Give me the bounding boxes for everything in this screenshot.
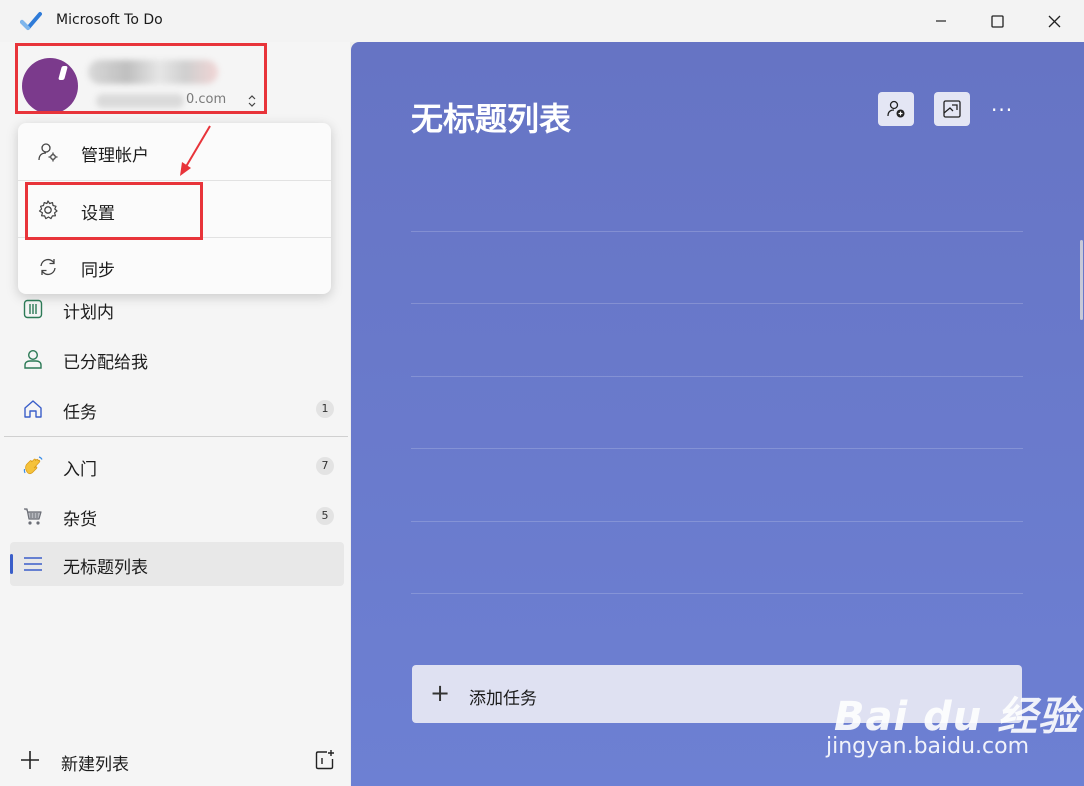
sidebar-item-assigned[interactable]: 已分配给我: [10, 337, 344, 381]
sidebar-item-label: 计划内: [63, 303, 114, 323]
list-title[interactable]: 无标题列表: [411, 94, 571, 140]
sidebar-item-label: 任务: [63, 403, 97, 423]
app-logo-icon: [20, 12, 42, 30]
sidebar-item-label: 无标题列表: [63, 558, 148, 578]
calendar-icon: [23, 299, 43, 319]
maximize-icon: [990, 14, 1004, 28]
home-icon: [24, 400, 42, 418]
menu-item-manage-account[interactable]: 管理帐户: [18, 123, 331, 180]
sidebar-item-label: 已分配给我: [63, 353, 148, 373]
sidebar-item-untitled-list[interactable]: 无标题列表: [10, 542, 344, 586]
sidebar-item-planned[interactable]: 计划内: [10, 287, 344, 331]
manage-account-icon: [38, 143, 58, 162]
new-list-button[interactable]: 新建列表: [16, 740, 296, 780]
sidebar-item-label: 入门: [63, 460, 97, 480]
account-email: 0.com: [186, 92, 227, 107]
scrollbar[interactable]: [1080, 240, 1083, 320]
list-count-badge: 7: [316, 457, 334, 475]
task-row-divider: [411, 376, 1023, 377]
blurred-account-name: [88, 60, 218, 84]
plus-icon: +: [430, 679, 451, 707]
app-title: Microsoft To Do: [56, 12, 163, 28]
task-count-badge: 1: [316, 400, 334, 418]
background-image-icon: [943, 100, 961, 118]
gear-icon: [38, 200, 58, 220]
person-icon: [24, 349, 42, 369]
avatar[interactable]: [22, 58, 78, 114]
minimize-icon: [936, 20, 946, 22]
close-icon: [1048, 15, 1060, 27]
share-list-button[interactable]: [878, 92, 914, 126]
annotation-arrow: [180, 125, 211, 176]
task-row-divider: [411, 303, 1023, 304]
sidebar-item-groceries[interactable]: 杂货 5: [10, 494, 344, 538]
sidebar-item-label: 杂货: [63, 510, 97, 530]
task-row-divider: [411, 231, 1023, 232]
more-options-button[interactable]: ···: [991, 98, 1013, 122]
list-count-badge: 5: [316, 507, 334, 525]
add-task-placeholder: 添加任务: [469, 689, 537, 709]
new-list-label: 新建列表: [61, 755, 129, 775]
new-list-bar: 新建列表: [16, 740, 346, 780]
waving-hand-icon: [23, 456, 43, 475]
selected-indicator: [10, 554, 13, 574]
menu-item-settings[interactable]: 设置: [18, 181, 331, 238]
account-switcher[interactable]: 0.com: [18, 44, 268, 114]
main-pane: 无标题列表 ··· + 添加任务: [351, 42, 1084, 786]
menu-item-label: 设置: [81, 204, 115, 224]
list-icon: [24, 557, 42, 571]
share-person-icon: [887, 100, 905, 118]
change-background-button[interactable]: [934, 92, 970, 126]
new-group-icon[interactable]: [314, 749, 336, 771]
blurred-email: [96, 94, 184, 108]
task-row-divider: [411, 448, 1023, 449]
title-bar: Microsoft To Do: [0, 0, 1084, 42]
maximize-button[interactable]: [974, 0, 1020, 42]
minimize-button[interactable]: [918, 0, 964, 42]
sync-icon: [40, 258, 56, 276]
chevron-up-down-icon[interactable]: [246, 94, 258, 108]
watermark-url: jingyan.baidu.com: [826, 734, 1030, 759]
account-menu: 管理帐户 设置 同步: [18, 123, 331, 294]
plus-icon: [21, 751, 39, 769]
task-row-divider: [411, 521, 1023, 522]
menu-item-label: 管理帐户: [81, 146, 149, 166]
sidebar-divider: [4, 436, 348, 437]
sidebar-item-getting-started[interactable]: 入门 7: [10, 444, 344, 488]
close-button[interactable]: [1031, 0, 1077, 42]
menu-item-label: 同步: [81, 261, 115, 281]
task-row-divider: [411, 593, 1023, 594]
sidebar-item-tasks[interactable]: 任务 1: [10, 387, 344, 431]
shopping-cart-icon: [24, 508, 42, 525]
